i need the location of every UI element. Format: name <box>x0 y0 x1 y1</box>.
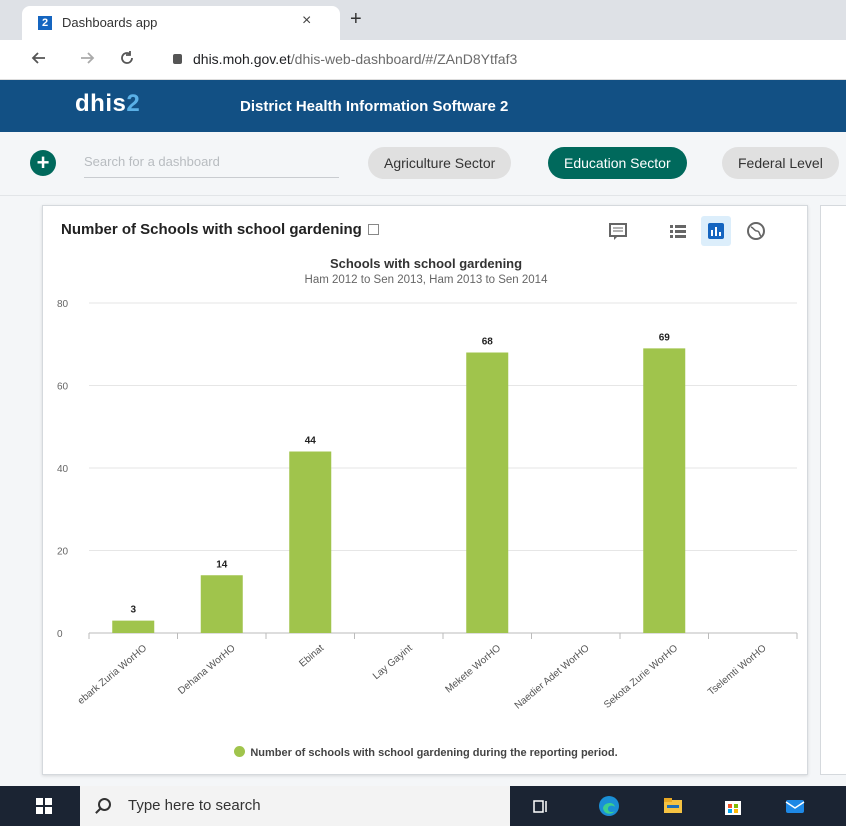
address-bar: dhis.moh.gov.et/dhis-web-dashboard/#/ZAn… <box>0 40 846 80</box>
dhis2-favicon-icon: 2 <box>38 16 52 30</box>
x-tick-label: ebark Zuria WorHO <box>76 643 150 707</box>
taskbar-search-text: Type here to search <box>128 797 261 814</box>
y-tick-label: 80 <box>57 299 69 310</box>
back-arrow-icon[interactable] <box>30 49 48 72</box>
x-tick-label: Dehana WorHO <box>176 643 238 697</box>
legend-label: Number of schools with school gardening … <box>250 747 618 759</box>
x-tick-label: Lay Gayint <box>371 643 415 682</box>
bar <box>466 352 509 633</box>
chart-legend[interactable]: Number of schools with school gardening … <box>43 746 809 759</box>
close-tab-icon[interactable]: × <box>302 12 311 30</box>
y-tick-label: 20 <box>57 547 69 558</box>
add-dashboard-button[interactable]: + <box>30 150 56 176</box>
bar <box>112 620 155 633</box>
url-host: dhis.moh.gov.et <box>193 51 291 67</box>
app-header: dhis2 District Health Information Softwa… <box>0 80 846 132</box>
lock-icon <box>173 54 182 64</box>
y-tick-label: 40 <box>57 464 69 475</box>
dashboard-item-card: Number of Schools with school gardening … <box>42 205 808 775</box>
tab-title: Dashboards app <box>62 15 158 30</box>
bar-chart: 0 20 40 60 80 3 ebark Zuria WorHO 14 Dehana WorH… <box>57 299 798 712</box>
task-view-icon[interactable] <box>530 795 552 817</box>
taskbar-search-box[interactable]: Type here to search <box>80 786 510 826</box>
data-label: 14 <box>216 559 228 570</box>
x-tick-label: Sekota Zurie WorHO <box>602 643 680 711</box>
dashboards-bar: + Search for a dashboard Agriculture Sec… <box>0 132 846 196</box>
y-tick-label: 60 <box>57 382 69 393</box>
data-label: 3 <box>130 605 136 616</box>
y-tick-label: 0 <box>57 629 63 640</box>
file-explorer-icon[interactable] <box>662 795 684 817</box>
x-tick-label: Mekete WorHO <box>443 643 503 696</box>
url-field[interactable]: dhis.moh.gov.et/dhis-web-dashboard/#/ZAn… <box>193 51 517 67</box>
edge-icon[interactable] <box>598 795 620 817</box>
x-tick-label: Tselemti WorHO <box>706 643 769 698</box>
browser-tab-strip: 2 Dashboards app × + <box>0 0 846 40</box>
legend-swatch <box>234 746 246 757</box>
store-icon[interactable] <box>722 795 744 817</box>
dhis2-logo[interactable]: dhis2 <box>75 90 140 118</box>
chip-agriculture-sector[interactable]: Agriculture Sector <box>368 147 512 179</box>
chip-education-sector[interactable]: Education Sector <box>548 147 687 179</box>
forward-arrow-icon[interactable] <box>78 49 96 72</box>
x-tick-label: Naedier Adet WorHO <box>513 643 592 712</box>
data-label: 44 <box>305 436 317 447</box>
data-label: 68 <box>482 337 494 348</box>
windows-taskbar: Type here to search <box>0 786 846 826</box>
logo-suffix: 2 <box>126 90 141 117</box>
app-title: District Health Information Software 2 <box>240 98 509 115</box>
logo-main: dhis <box>75 90 127 117</box>
windows-start-icon[interactable] <box>36 798 52 814</box>
new-tab-icon[interactable]: + <box>350 8 362 31</box>
reload-icon[interactable] <box>118 49 136 72</box>
bar <box>289 451 332 633</box>
browser-tab[interactable]: 2 Dashboards app × <box>22 6 340 40</box>
search-icon <box>98 798 111 811</box>
bar <box>643 348 686 633</box>
dashboard-search-input[interactable]: Search for a dashboard <box>84 152 339 178</box>
x-tick-label: Ebinat <box>297 643 326 670</box>
chip-federal-level[interactable]: Federal Level <box>722 147 839 179</box>
url-path: /dhis-web-dashboard/#/ZAnD8Ytfaf3 <box>290 51 518 67</box>
bar <box>200 575 243 633</box>
mail-icon[interactable] <box>784 795 806 817</box>
data-label: 69 <box>659 332 671 343</box>
second-dashboard-card-partial <box>820 205 846 775</box>
